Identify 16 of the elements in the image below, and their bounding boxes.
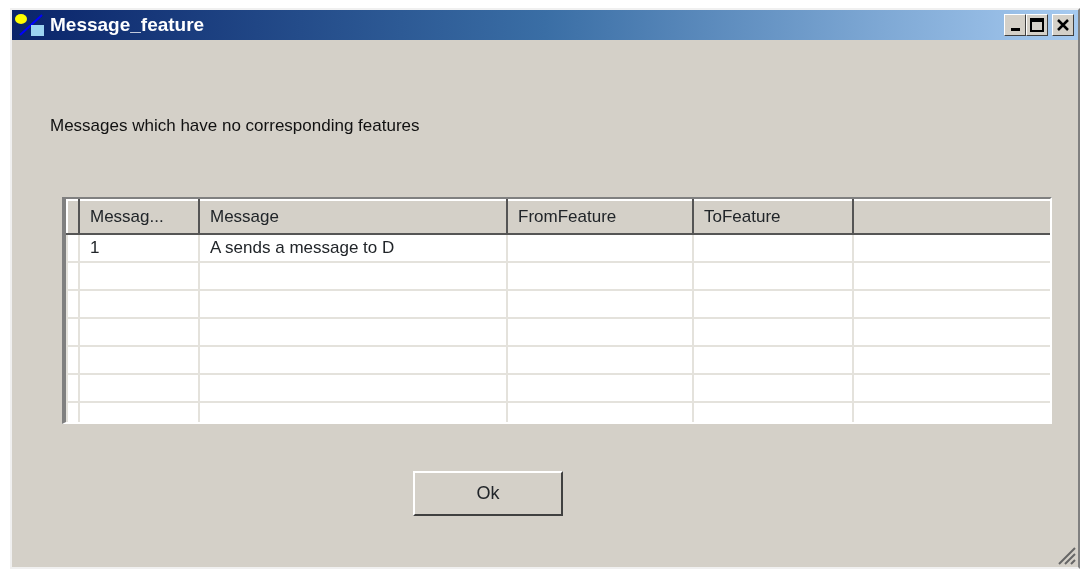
maximize-icon xyxy=(1030,18,1044,32)
message-label: Messages which have no corresponding features xyxy=(50,115,421,137)
table-cell: 1 xyxy=(79,233,199,262)
app-icon xyxy=(14,13,46,37)
maximize-button[interactable] xyxy=(1026,14,1048,36)
column-header[interactable]: Messag... xyxy=(79,199,199,234)
window-title: Message_feature xyxy=(50,12,205,37)
minimize-icon xyxy=(1010,27,1020,31)
column-header[interactable]: FromFeature xyxy=(507,199,693,234)
column-header[interactable]: ToFeature xyxy=(693,199,853,234)
table-cell: A sends a message to D xyxy=(199,233,507,262)
minimize-button[interactable] xyxy=(1004,14,1026,36)
ok-button[interactable]: Ok xyxy=(413,470,563,516)
column-header[interactable]: Message xyxy=(199,199,507,234)
close-button[interactable] xyxy=(1052,14,1074,36)
close-icon xyxy=(1056,18,1070,32)
